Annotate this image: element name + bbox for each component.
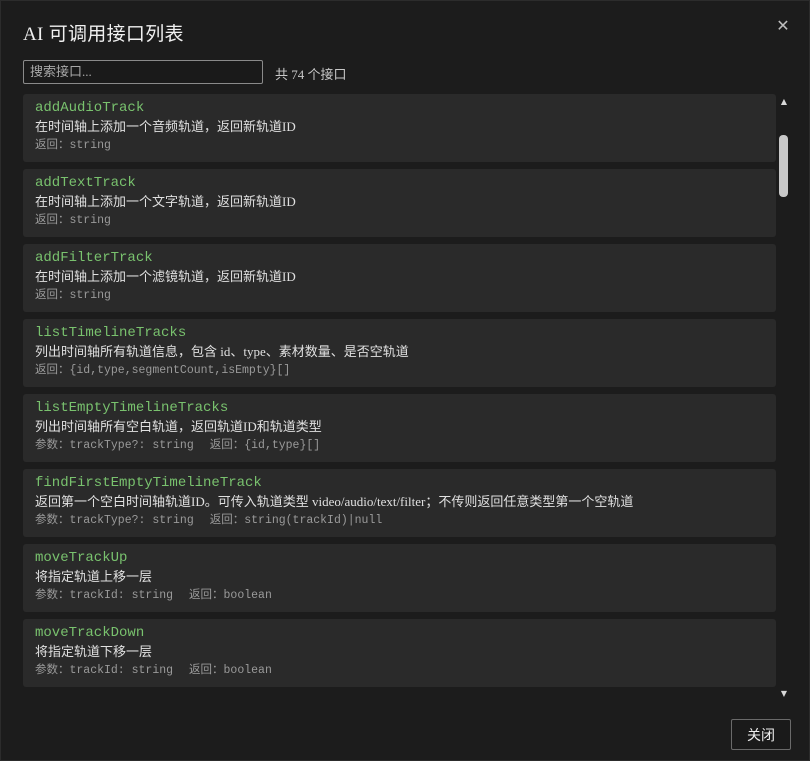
- api-item[interactable]: moveTrackDown 将指定轨道下移一层 参数：trackId: string…: [23, 619, 776, 687]
- api-name[interactable]: moveTrackDown: [35, 625, 764, 641]
- scroll-down-icon[interactable]: ▼: [777, 688, 791, 700]
- returns-label: 返回：: [209, 514, 245, 526]
- returns-value: {id,type}[]: [244, 439, 321, 452]
- api-item[interactable]: addTextTrack 在时间轴上添加一个文字轨道，返回新轨道ID 返回：stri…: [23, 169, 776, 237]
- params-label: 参数：: [35, 514, 70, 526]
- returns-label: 返回：: [35, 139, 70, 151]
- returns-value: {id,type,segmentCount,isEmpty}[]: [69, 364, 291, 377]
- api-description: 列出时间轴所有空白轨道，返回轨道ID和轨道类型: [35, 419, 322, 434]
- api-name[interactable]: addAudioTrack: [35, 100, 764, 116]
- api-item[interactable]: moveTrackUp 将指定轨道上移一层 参数：trackId: string 返回…: [23, 544, 776, 612]
- api-list-dialog: AI 可调用接口列表 ✕ 共 74 个接口 addAudioTrack 在时间轴上…: [0, 0, 810, 761]
- api-signature: 参数：trackId: string 返回：boolean: [35, 587, 764, 604]
- params-value: trackId: string: [69, 589, 174, 602]
- api-item[interactable]: addFilterTrack 在时间轴上添加一个滤镜轨道，返回新轨道ID 返回：st…: [23, 244, 776, 312]
- api-name[interactable]: moveTrackUp: [35, 550, 764, 566]
- api-name[interactable]: addFilterTrack: [35, 250, 764, 266]
- params-label: 参数：: [35, 664, 70, 676]
- scrollbar-thumb[interactable]: [779, 135, 788, 197]
- params-label: 参数：: [35, 439, 70, 451]
- params-value: trackType?: string: [69, 514, 194, 527]
- api-description: 在时间轴上添加一个滤镜轨道，返回新轨道ID: [35, 269, 296, 284]
- api-signature: 返回：{id,type,segmentCount,isEmpty}[]: [35, 362, 764, 379]
- api-count-label: 共 74 个接口: [275, 67, 347, 82]
- scrollbar[interactable]: ▲ ▼: [777, 94, 791, 703]
- api-name[interactable]: addTextTrack: [35, 175, 764, 191]
- api-description: 将指定轨道上移一层: [35, 569, 153, 584]
- api-list[interactable]: addAudioTrack 在时间轴上添加一个音频轨道，返回新轨道ID 返回：str…: [23, 94, 791, 703]
- dialog-title: AI 可调用接口列表: [23, 24, 184, 45]
- returns-value: string(trackId)|null: [244, 514, 383, 527]
- returns-label: 返回：: [189, 664, 224, 676]
- api-item[interactable]: addAudioTrack 在时间轴上添加一个音频轨道，返回新轨道ID 返回：str…: [23, 94, 776, 162]
- api-signature: 参数：trackType?: string 返回：string(trackId)|…: [35, 512, 764, 529]
- returns-label: 返回：: [189, 589, 224, 601]
- returns-label: 返回：: [35, 214, 70, 226]
- returns-value: string: [69, 139, 111, 152]
- params-value: trackId: string: [69, 664, 174, 677]
- api-description: 列出时间轴所有轨道信息，包含 id、type、素材数量、是否空轨道: [35, 344, 409, 359]
- api-signature: 参数：trackId: string 返回：boolean: [35, 662, 764, 679]
- api-description: 在时间轴上添加一个音频轨道，返回新轨道ID: [35, 119, 296, 134]
- api-item[interactable]: listTimelineTracks 列出时间轴所有轨道信息，包含 id、type…: [23, 319, 776, 387]
- returns-value: boolean: [223, 664, 272, 677]
- api-name[interactable]: findFirstEmptyTimelineTrack: [35, 475, 764, 491]
- api-name[interactable]: listTimelineTracks: [35, 325, 764, 341]
- params-value: trackType?: string: [69, 439, 194, 452]
- api-description: 将指定轨道下移一层: [35, 644, 153, 659]
- returns-label: 返回：: [209, 439, 245, 451]
- params-label: 参数：: [35, 589, 70, 601]
- api-item[interactable]: findFirstEmptyTimelineTrack 返回第一个空白时间轴轨道I…: [23, 469, 776, 537]
- returns-label: 返回：: [35, 364, 70, 376]
- api-signature: 返回：string: [35, 212, 764, 229]
- api-item[interactable]: listEmptyTimelineTracks 列出时间轴所有空白轨道，返回轨道I…: [23, 394, 776, 462]
- api-signature: 参数：trackType?: string 返回：{id,type}[]: [35, 437, 764, 454]
- returns-label: 返回：: [35, 289, 70, 301]
- api-name[interactable]: listEmptyTimelineTracks: [35, 400, 764, 416]
- api-description: 在时间轴上添加一个文字轨道，返回新轨道ID: [35, 194, 296, 209]
- api-signature: 返回：string: [35, 137, 764, 154]
- api-signature: 返回：string: [35, 287, 764, 304]
- returns-value: boolean: [223, 589, 272, 602]
- api-list-content: addAudioTrack 在时间轴上添加一个音频轨道，返回新轨道ID 返回：str…: [23, 94, 776, 694]
- api-description: 返回第一个空白时间轴轨道ID。可传入轨道类型 video/audio/text/…: [35, 494, 634, 509]
- returns-value: string: [69, 214, 111, 227]
- search-input[interactable]: [23, 60, 263, 84]
- returns-value: string: [69, 289, 111, 302]
- scroll-up-icon[interactable]: ▲: [777, 96, 791, 108]
- close-icon[interactable]: ✕: [773, 15, 793, 37]
- close-button[interactable]: 关闭: [731, 719, 791, 750]
